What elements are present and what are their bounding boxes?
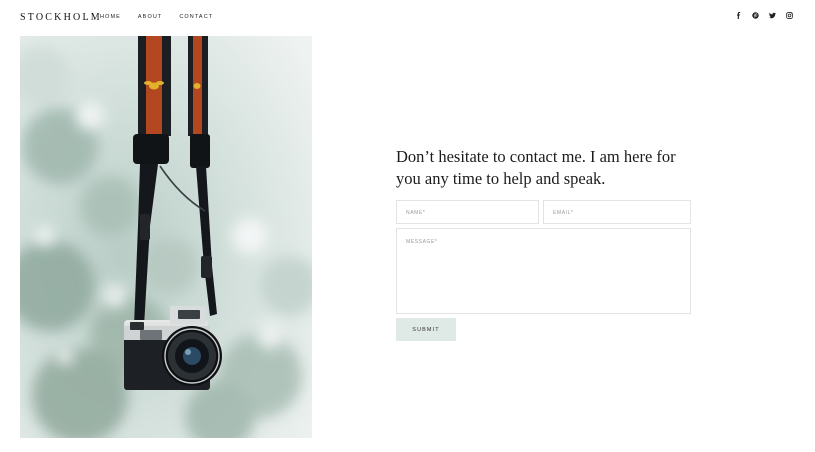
submit-button[interactable]: SUBMIT [396, 318, 456, 341]
page: STOCKHOLM HOME ABOUT CONTACT Don’t hesit… [0, 0, 815, 452]
nav-item-home[interactable]: HOME [100, 14, 121, 20]
name-field[interactable]: NAME* [396, 200, 539, 224]
twitter-icon[interactable] [769, 12, 776, 19]
message-field[interactable]: MESSAGE* [396, 228, 691, 314]
instagram-icon[interactable] [786, 12, 793, 19]
name-placeholder: NAME* [406, 210, 426, 216]
contact-heading: Don’t hesitate to contact me. I am here … [396, 147, 676, 188]
email-placeholder: EMAIL* [553, 210, 574, 216]
pinterest-icon[interactable] [752, 12, 759, 19]
site-logo[interactable]: STOCKHOLM [20, 12, 102, 23]
email-field[interactable]: EMAIL* [543, 200, 691, 224]
facebook-icon[interactable] [735, 12, 742, 19]
nav-item-contact[interactable]: CONTACT [179, 14, 213, 20]
message-placeholder: MESSAGE* [406, 239, 438, 245]
main-nav: HOME ABOUT CONTACT [100, 14, 230, 20]
nav-item-about[interactable]: ABOUT [138, 14, 162, 20]
social-links [735, 12, 793, 19]
camera-photo [20, 36, 312, 438]
